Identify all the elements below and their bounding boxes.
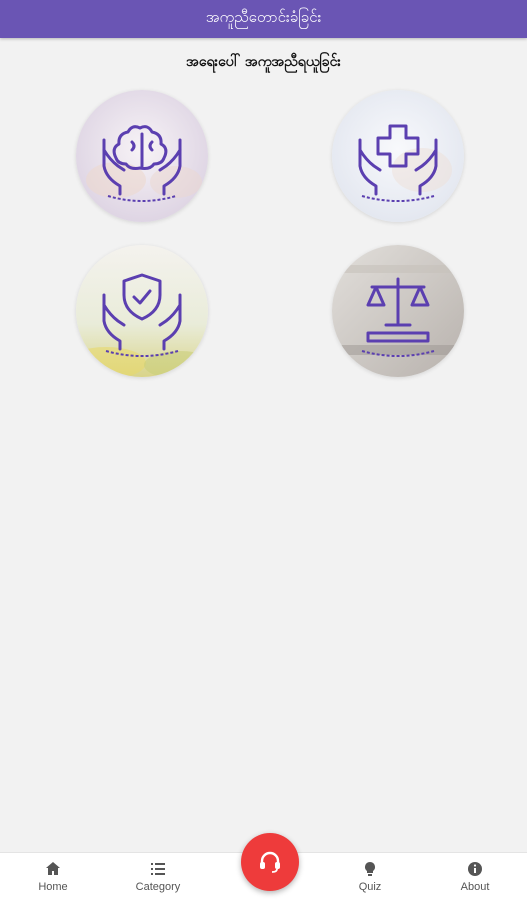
medical-cross-hands-icon [332,90,464,222]
tile-legal-help[interactable] [332,245,464,377]
tile-protection[interactable] [76,245,208,377]
info-icon [468,862,482,876]
home-icon [46,862,60,875]
nav-quiz[interactable]: Quiz [320,853,420,900]
tile-medical-help[interactable] [332,90,464,222]
brain-hands-icon [76,90,208,222]
nav-home-label: Home [38,881,68,893]
app-bar-title: အကူညီတောင်းခံခြင်း [205,8,322,26]
nav-quiz-label: Quiz [358,881,382,893]
nav-category[interactable]: Category [108,853,208,900]
list-icon [151,863,165,875]
headset-icon [260,851,280,873]
section-title: အရေးပေါ် အကူအညီရယူခြင်း [186,54,341,70]
nav-about[interactable]: About [425,853,525,900]
nav-about-label: About [460,881,490,893]
app-bar: အကူညီတောင်းခံခြင်း [0,0,527,38]
nav-category-label: Category [135,881,181,893]
shield-check-hands-icon [76,245,208,377]
help-call-fab[interactable] [241,833,299,891]
tile-mental-health[interactable] [76,90,208,222]
nav-home[interactable]: Home [3,853,103,900]
lightbulb-icon [365,862,375,876]
justice-scales-hands-icon [332,245,464,377]
